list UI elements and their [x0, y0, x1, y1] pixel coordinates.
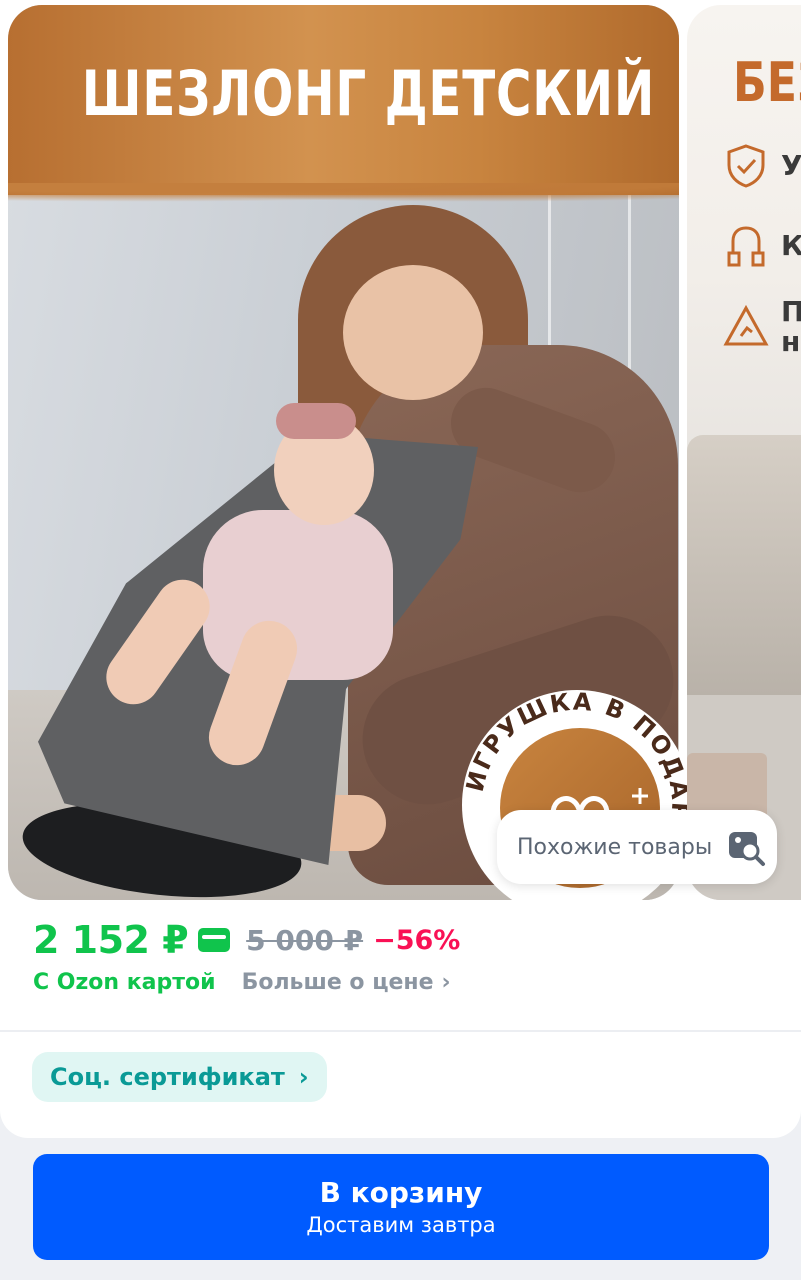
- mother-face: [343, 265, 483, 400]
- more-about-price-label: Больше о цене: [241, 970, 434, 995]
- next-image-slide[interactable]: БЕЗ У К П н: [687, 5, 801, 900]
- add-to-cart-label: В корзину: [319, 1176, 483, 1209]
- feature-row: П н: [723, 297, 801, 357]
- feature-text: П н: [781, 295, 801, 358]
- discount-badge: −56%: [373, 924, 461, 956]
- baby-body: [203, 510, 393, 680]
- ozon-card-icon: [198, 928, 231, 952]
- chevron-right-icon: ›: [298, 1063, 309, 1091]
- feature-row: К: [723, 223, 801, 269]
- banner-title: ШЕЗЛОНГ ДЕТСКИЙ: [81, 57, 656, 130]
- feature-text: К: [781, 229, 801, 262]
- feature-text: У: [781, 149, 801, 182]
- delivery-label: Доставим завтра: [306, 1213, 496, 1237]
- gift-badge-text: ИГРУШКА В ПОДАРОК: [462, 690, 692, 873]
- add-to-cart-button[interactable]: В корзину Доставим завтра: [33, 1154, 769, 1260]
- current-price: 2 152 ₽: [33, 918, 189, 962]
- similar-items-label: Похожие товары: [517, 834, 713, 860]
- product-page: ШЕЗЛОНГ ДЕТСКИЙ ИГРУШКА В ПОДА БЕ У К П …: [0, 0, 801, 1280]
- magnet-icon: [723, 223, 769, 269]
- sofa: [687, 435, 801, 695]
- price-details-row: С Ozon картой Больше о цене ›: [33, 970, 451, 995]
- divider: [0, 1030, 801, 1032]
- warning-slip-icon: [723, 304, 769, 350]
- feature-row: У: [723, 143, 801, 189]
- social-certificate-label: Соц. сертификат: [50, 1063, 285, 1091]
- price-row: 2 152 ₽ 5 000 ₽ −56%: [33, 918, 460, 962]
- next-slide-title: БЕЗ: [733, 51, 801, 114]
- baby-headband: [276, 403, 356, 439]
- chevron-right-icon: ›: [441, 970, 451, 995]
- ozon-card-label: С Ozon картой: [33, 970, 216, 995]
- more-about-price-link[interactable]: Больше о цене ›: [242, 970, 451, 995]
- image-search-icon: [726, 827, 766, 867]
- old-price: 5 000 ₽: [246, 923, 364, 957]
- image-carousel[interactable]: ШЕЗЛОНГ ДЕТСКИЙ ИГРУШКА В ПОДА БЕ У К П …: [0, 0, 801, 920]
- social-certificate-chip[interactable]: Соц. сертификат ›: [32, 1052, 327, 1102]
- similar-items-button[interactable]: Похожие товары: [497, 810, 777, 884]
- image-banner: ШЕЗЛОНГ ДЕТСКИЙ: [8, 5, 679, 205]
- shield-check-icon: [723, 143, 769, 189]
